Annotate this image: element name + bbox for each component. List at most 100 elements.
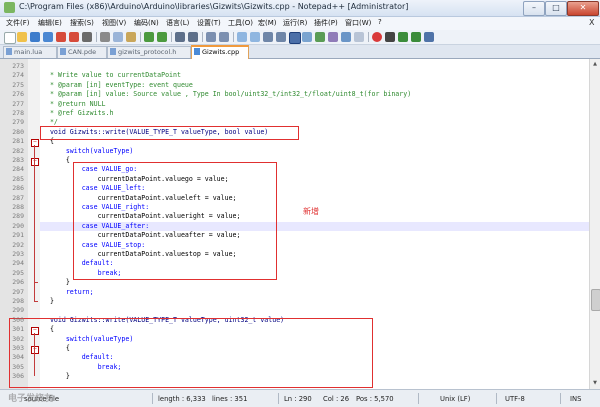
line-number: 278 — [12, 109, 24, 117]
record-macro-icon[interactable] — [372, 32, 382, 42]
code-line[interactable] — [40, 306, 589, 315]
code-text: * @param [in] value: Source value , Type… — [42, 90, 412, 99]
line-number: 275 — [12, 80, 24, 89]
show-all-chars-icon[interactable] — [276, 32, 286, 42]
indent-guide-icon[interactable] — [289, 32, 301, 44]
redo-icon[interactable] — [157, 32, 167, 42]
paste-icon[interactable] — [126, 32, 136, 42]
file-icon — [110, 48, 116, 55]
tab-label: gizwits_protocol.h — [118, 48, 177, 56]
code-text: switch(valueType) — [42, 146, 134, 155]
menu-language[interactable]: 语言(L) — [166, 18, 189, 28]
annotation-box-new-cases — [73, 162, 277, 281]
menu-window[interactable]: 窗口(W) — [345, 18, 371, 28]
status-divider — [152, 393, 153, 404]
run-macro-multiple-icon[interactable] — [411, 32, 421, 42]
fold-toggle-icon[interactable]: − — [31, 138, 39, 147]
toolbar — [0, 30, 600, 45]
undo-icon[interactable] — [144, 32, 154, 42]
menu-close-icon[interactable]: X — [589, 18, 594, 27]
monitor-icon[interactable] — [354, 32, 364, 42]
status-divider — [560, 393, 561, 404]
word-wrap-icon[interactable] — [263, 32, 273, 42]
menu-view[interactable]: 视图(V) — [102, 18, 126, 28]
code-line[interactable]: * @ref Gizwits.h — [40, 109, 589, 118]
line-number: 303 — [12, 344, 24, 352]
maximize-button[interactable]: □ — [545, 1, 567, 16]
close-button[interactable]: ✕ — [567, 1, 599, 16]
line-number: 283 — [12, 156, 24, 164]
tab-label: CAN.pde — [68, 48, 97, 56]
save-macro-icon[interactable] — [424, 32, 434, 42]
open-file-icon[interactable] — [17, 32, 27, 42]
menu-file[interactable]: 文件(F) — [6, 18, 30, 28]
new-file-icon[interactable] — [4, 32, 16, 44]
stop-macro-icon[interactable] — [385, 32, 395, 42]
save-icon[interactable] — [30, 32, 40, 42]
line-number: 300 — [12, 315, 24, 324]
scroll-down-icon[interactable]: ▼ — [591, 379, 599, 387]
line-number: 279 — [12, 118, 24, 127]
status-position: Pos : 5,570 — [356, 395, 394, 403]
status-length: length : 6,333 — [158, 395, 206, 403]
code-line[interactable]: * @param [in] eventType: event queue — [40, 81, 589, 90]
menu-plugins[interactable]: 插件(P) — [314, 18, 338, 28]
scrollbar-thumb[interactable] — [591, 289, 600, 311]
doc-map-icon[interactable] — [315, 32, 325, 42]
menu-macro[interactable]: 宏(M) — [258, 18, 277, 28]
close-all-icon[interactable] — [69, 32, 79, 42]
line-number: 288 — [12, 203, 24, 211]
watermark: 电子发烧友 — [8, 394, 54, 404]
code-line[interactable]: } — [40, 297, 589, 306]
code-line[interactable]: switch(valueType) — [40, 147, 589, 156]
close-file-icon[interactable] — [56, 32, 66, 42]
code-line[interactable]: * @param [in] value: Source value , Type… — [40, 90, 589, 99]
code-text: * Write value to currentDataPoint — [42, 71, 181, 80]
line-number: 306 — [12, 372, 24, 381]
print-icon[interactable] — [82, 32, 92, 42]
menu-run[interactable]: 运行(R) — [283, 18, 307, 28]
line-number: 280 — [12, 127, 24, 136]
scroll-up-icon[interactable]: ▲ — [591, 60, 599, 68]
code-line[interactable]: * Write value to currentDataPoint — [40, 71, 589, 80]
code-line[interactable] — [40, 62, 589, 71]
menu-encoding[interactable]: 编码(N) — [134, 18, 159, 28]
replace-icon[interactable] — [188, 32, 198, 42]
define-language-icon[interactable] — [302, 32, 312, 42]
sync-vertical-icon[interactable] — [237, 32, 247, 42]
menu-tools[interactable]: 工具(O) — [228, 18, 253, 28]
tab-main-lua[interactable]: main.lua — [3, 46, 57, 58]
tab-bar: main.lua CAN.pde gizwits_protocol.h Gizw… — [0, 45, 600, 59]
fold-toggle-icon[interactable]: − — [31, 157, 39, 166]
menu-search[interactable]: 搜索(S) — [70, 18, 94, 28]
tab-can-pde[interactable]: CAN.pde — [57, 46, 107, 58]
copy-icon[interactable] — [113, 32, 123, 42]
line-number: 302 — [12, 334, 24, 343]
code-text: return; — [42, 287, 94, 296]
editor[interactable]: * Write value to currentDataPoint * @par… — [0, 59, 589, 389]
line-number: 291 — [12, 231, 24, 240]
menu-edit[interactable]: 编辑(E) — [38, 18, 62, 28]
cut-icon[interactable] — [100, 32, 110, 42]
status-lines: lines : 351 — [212, 395, 248, 403]
menu-settings[interactable]: 设置(T) — [197, 18, 221, 28]
tab-gizwits-cpp[interactable]: Gizwits.cpp — [191, 45, 249, 59]
status-divider — [418, 393, 419, 404]
fold-guide — [34, 164, 35, 283]
play-macro-icon[interactable] — [398, 32, 408, 42]
sync-horizontal-icon[interactable] — [250, 32, 260, 42]
folder-workspace-icon[interactable] — [341, 32, 351, 42]
tab-gizwits-protocol-h[interactable]: gizwits_protocol.h — [107, 46, 191, 58]
menu-help[interactable]: ? — [378, 18, 382, 26]
code-line[interactable]: return; — [40, 288, 589, 297]
code-line[interactable]: * @return NULL — [40, 100, 589, 109]
zoom-out-icon[interactable] — [219, 32, 229, 42]
toolbar-separator — [202, 32, 203, 42]
vertical-scrollbar[interactable]: ▲ ▼ — [589, 59, 600, 389]
line-number: 296 — [12, 278, 24, 287]
function-list-icon[interactable] — [328, 32, 338, 42]
save-all-icon[interactable] — [43, 32, 53, 42]
zoom-in-icon[interactable] — [206, 32, 216, 42]
minimize-button[interactable]: – — [523, 1, 545, 16]
find-icon[interactable] — [175, 32, 185, 42]
